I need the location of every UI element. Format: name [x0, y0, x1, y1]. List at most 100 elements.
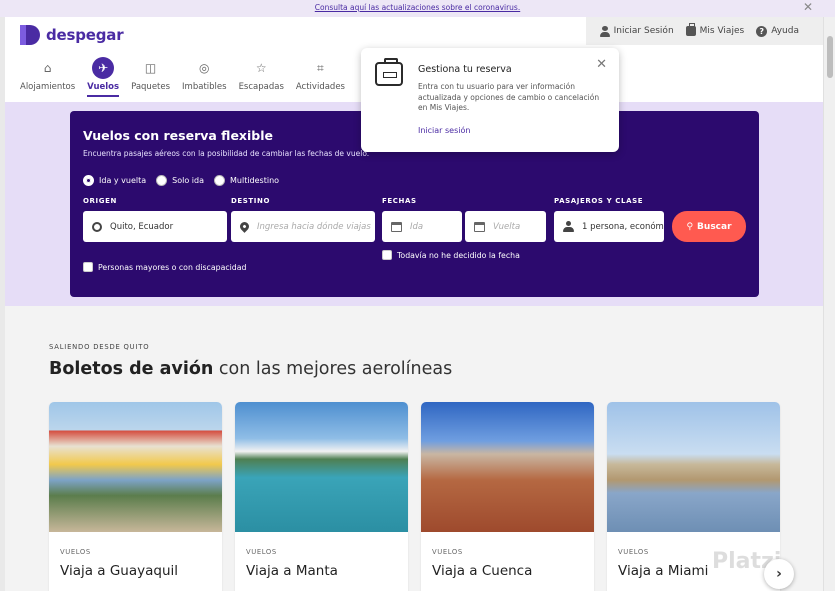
search-button-label: Buscar	[697, 221, 732, 232]
tab-alojamientos[interactable]: ⌂ Alojamientos	[20, 57, 75, 97]
dates-label: FECHAS	[382, 197, 417, 205]
card-title: Viaja a Miami	[618, 563, 709, 579]
trip-type-label: Multidestino	[230, 176, 280, 185]
popover-description: Entra con tu usuario para ver informació…	[418, 82, 600, 112]
brand-name: despegar	[46, 26, 124, 44]
ticket-icon: ⌗	[317, 60, 324, 75]
user-icon	[599, 25, 610, 37]
calendar-icon	[474, 221, 485, 232]
search-icon: ⚲	[686, 221, 694, 232]
scrollbar[interactable]	[823, 17, 835, 591]
popover-login-link[interactable]: Iniciar sesión	[418, 126, 470, 135]
help-button[interactable]: ? Ayuda	[756, 25, 799, 37]
tab-escapadas[interactable]: ☆ Escapadas	[239, 57, 284, 97]
carousel-next-arrow-icon[interactable]: ›	[764, 559, 794, 589]
origin-input[interactable]: Quito, Ecuador	[83, 211, 227, 242]
booking-suitcase-icon	[375, 58, 403, 86]
trip-type-multi[interactable]: Multidestino	[214, 175, 279, 186]
close-icon[interactable]: ✕	[596, 57, 607, 72]
star-icon: ☆	[255, 61, 267, 75]
accessibility-checkbox[interactable]: Personas mayores o con discapacidad	[83, 262, 246, 272]
card-kicker: VUELOS	[618, 548, 649, 556]
login-label: Iniciar Sesión	[613, 26, 674, 36]
radio-icon	[83, 175, 94, 186]
destination-card-manta[interactable]: VUELOS Viaja a Manta	[235, 402, 408, 591]
login-button[interactable]: Iniciar Sesión	[599, 25, 674, 37]
help-icon: ?	[756, 25, 768, 37]
search-title: Vuelos con reserva flexible	[83, 128, 273, 143]
undecided-date-label: Todavía no he decidido la fecha	[397, 250, 520, 260]
close-icon[interactable]: ✕	[803, 0, 813, 15]
radio-icon	[214, 175, 225, 186]
origin-label: ORIGEN	[83, 197, 117, 205]
calendar-icon	[391, 221, 402, 232]
badge-icon: ◎	[199, 61, 210, 75]
tab-paquetes[interactable]: ◫ Paquetes	[131, 57, 170, 97]
trip-type-round[interactable]: Ida y vuelta	[83, 175, 146, 186]
card-kicker: VUELOS	[60, 548, 91, 556]
destination-card-cuenca[interactable]: VUELOS Viaja a Cuenca	[421, 402, 594, 591]
my-trips-button[interactable]: Mis Viajes	[685, 23, 745, 36]
user-nav: Iniciar Sesión Mis Viajes ? Ayuda	[585, 17, 823, 45]
popover-title: Gestiona tu reserva	[418, 64, 512, 75]
product-tabs: ⌂ Alojamientos ✈ Vuelos ◫ Paquetes ◎ Imb…	[20, 57, 357, 97]
suitcase-icon	[685, 23, 696, 36]
tab-actividades[interactable]: ⌗ Actividades	[296, 57, 345, 97]
suitcase-icon: ◫	[144, 61, 157, 75]
hotel-icon: ⌂	[43, 61, 52, 75]
depart-date-input[interactable]: Ida	[382, 211, 462, 242]
covid-banner: Consulta aquí las actualizaciones sobre …	[0, 0, 835, 17]
checkbox-icon	[382, 250, 392, 260]
destination-image	[607, 402, 780, 532]
section-kicker: SALIENDO DESDE QUITO	[49, 343, 150, 351]
accessibility-label: Personas mayores o con discapacidad	[98, 262, 247, 272]
radio-icon	[156, 175, 168, 186]
logo[interactable]: despegar	[20, 25, 124, 45]
destination-image	[421, 402, 594, 532]
tab-imbatibles[interactable]: ◎ Imbatibles	[182, 57, 227, 97]
card-title: Viaja a Manta	[246, 563, 338, 579]
location-pin-icon	[238, 220, 251, 233]
search-subtitle: Encuentra pasajes aéreos con la posibili…	[83, 149, 370, 158]
scrollbar-thumb[interactable]	[827, 36, 833, 78]
tab-vuelos[interactable]: ✈ Vuelos	[87, 57, 119, 97]
origin-value: Quito, Ecuador	[110, 221, 174, 232]
help-label: Ayuda	[771, 26, 799, 36]
despegar-logo-icon	[20, 25, 40, 45]
destination-placeholder: Ingresa hacia dónde viajas	[257, 221, 371, 232]
card-kicker: VUELOS	[432, 548, 463, 556]
search-button[interactable]: ⚲ Buscar	[672, 211, 746, 242]
checkbox-icon	[83, 262, 93, 272]
tab-label: Actividades	[295, 82, 345, 92]
tab-label: Imbatibles	[182, 82, 227, 92]
return-date-input[interactable]: Vuelta	[465, 211, 546, 242]
passengers-label: PASAJEROS Y CLASE	[554, 197, 644, 205]
covid-banner-link[interactable]: Consulta aquí las actualizaciones sobre …	[315, 3, 520, 12]
manage-booking-popover: Gestiona tu reserva Entra con tu usuario…	[361, 48, 619, 152]
destination-label: DESTINO	[231, 197, 271, 205]
plane-icon: ✈	[92, 57, 115, 79]
tab-label: Escapadas	[238, 82, 284, 92]
passengers-value: 1 persona, económica	[582, 221, 664, 232]
destination-card-guayaquil[interactable]: VUELOS Viaja a Guayaquil	[49, 402, 222, 591]
section-heading: Boletos de avión con las mejores aerolín…	[49, 359, 452, 379]
depart-placeholder: Ida	[410, 221, 424, 232]
destination-input[interactable]: Ingresa hacia dónde viajas	[231, 211, 375, 242]
passengers-input[interactable]: 1 persona, económica	[554, 211, 664, 242]
section-heading-rest: con las mejores aerolíneas	[213, 359, 453, 379]
card-kicker: VUELOS	[246, 548, 277, 556]
origin-icon	[92, 221, 102, 232]
trip-type-group: Ida y vuelta Solo ida Multidestino	[83, 175, 279, 186]
tab-label: Alojamientos	[20, 82, 76, 92]
my-trips-label: Mis Viajes	[699, 26, 745, 36]
undecided-date-checkbox[interactable]: Todavía no he decidido la fecha	[382, 250, 520, 260]
card-title: Viaja a Cuenca	[432, 563, 533, 579]
trip-type-label: Ida y vuelta	[99, 176, 147, 185]
destination-image	[49, 402, 222, 532]
trip-type-oneway[interactable]: Solo ida	[156, 175, 204, 186]
destination-image	[235, 402, 408, 532]
tab-label: Paquetes	[131, 82, 171, 92]
section-heading-bold: Boletos de avión	[49, 359, 214, 379]
card-title: Viaja a Guayaquil	[60, 563, 179, 579]
person-icon	[563, 221, 574, 232]
